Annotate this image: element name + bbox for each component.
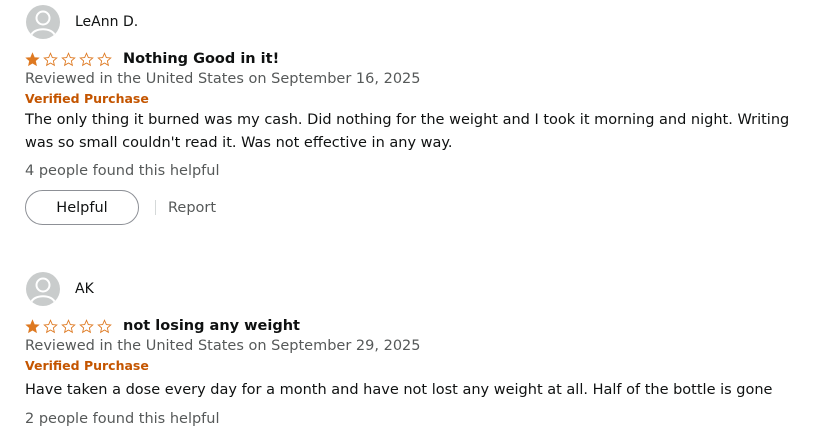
- review-body: The only thing it burned was my cash. Di…: [25, 112, 790, 151]
- review-date: Reviewed in the United States on Septemb…: [25, 71, 421, 87]
- reviewer-profile[interactable]: LeAnn D.: [0, 5, 830, 39]
- star-empty-icon: [43, 51, 58, 66]
- helpful-count: 4 people found this helpful: [25, 163, 220, 179]
- star-empty-icon: [97, 318, 112, 333]
- review-title-row: not losing any weight: [0, 315, 830, 337]
- helpful-count: 2 people found this helpful: [25, 411, 220, 427]
- reviewer-profile[interactable]: AK: [0, 272, 830, 306]
- helpful-button[interactable]: Helpful: [25, 190, 139, 225]
- star-empty-icon: [79, 318, 94, 333]
- report-link[interactable]: Report: [168, 200, 216, 216]
- review-actions: Helpful Report: [25, 190, 830, 225]
- star-filled-icon: [25, 51, 40, 66]
- star-rating[interactable]: [25, 318, 115, 334]
- review-body: Have taken a dose every day for a month …: [25, 382, 773, 398]
- review-card: AK not losing any weight Reviewed in the…: [0, 272, 830, 427]
- avatar-icon: [26, 272, 60, 306]
- review-title[interactable]: Nothing Good in it!: [123, 51, 279, 67]
- reviewer-name[interactable]: AK: [75, 281, 94, 297]
- action-divider: [155, 200, 156, 215]
- star-rating[interactable]: [25, 51, 115, 67]
- review-date: Reviewed in the United States on Septemb…: [25, 338, 421, 354]
- star-empty-icon: [61, 51, 76, 66]
- verified-purchase-badge: Verified Purchase: [25, 91, 149, 106]
- verified-purchase-badge: Verified Purchase: [25, 358, 149, 373]
- review-title[interactable]: not losing any weight: [123, 318, 300, 334]
- reviewer-name[interactable]: LeAnn D.: [75, 14, 138, 30]
- star-empty-icon: [79, 51, 94, 66]
- star-empty-icon: [97, 51, 112, 66]
- star-empty-icon: [43, 318, 58, 333]
- star-empty-icon: [61, 318, 76, 333]
- review-title-row: Nothing Good in it!: [0, 48, 830, 70]
- star-filled-icon: [25, 318, 40, 333]
- avatar-icon: [26, 5, 60, 39]
- review-card: LeAnn D. Nothing Good in it! Reviewed in…: [0, 5, 830, 225]
